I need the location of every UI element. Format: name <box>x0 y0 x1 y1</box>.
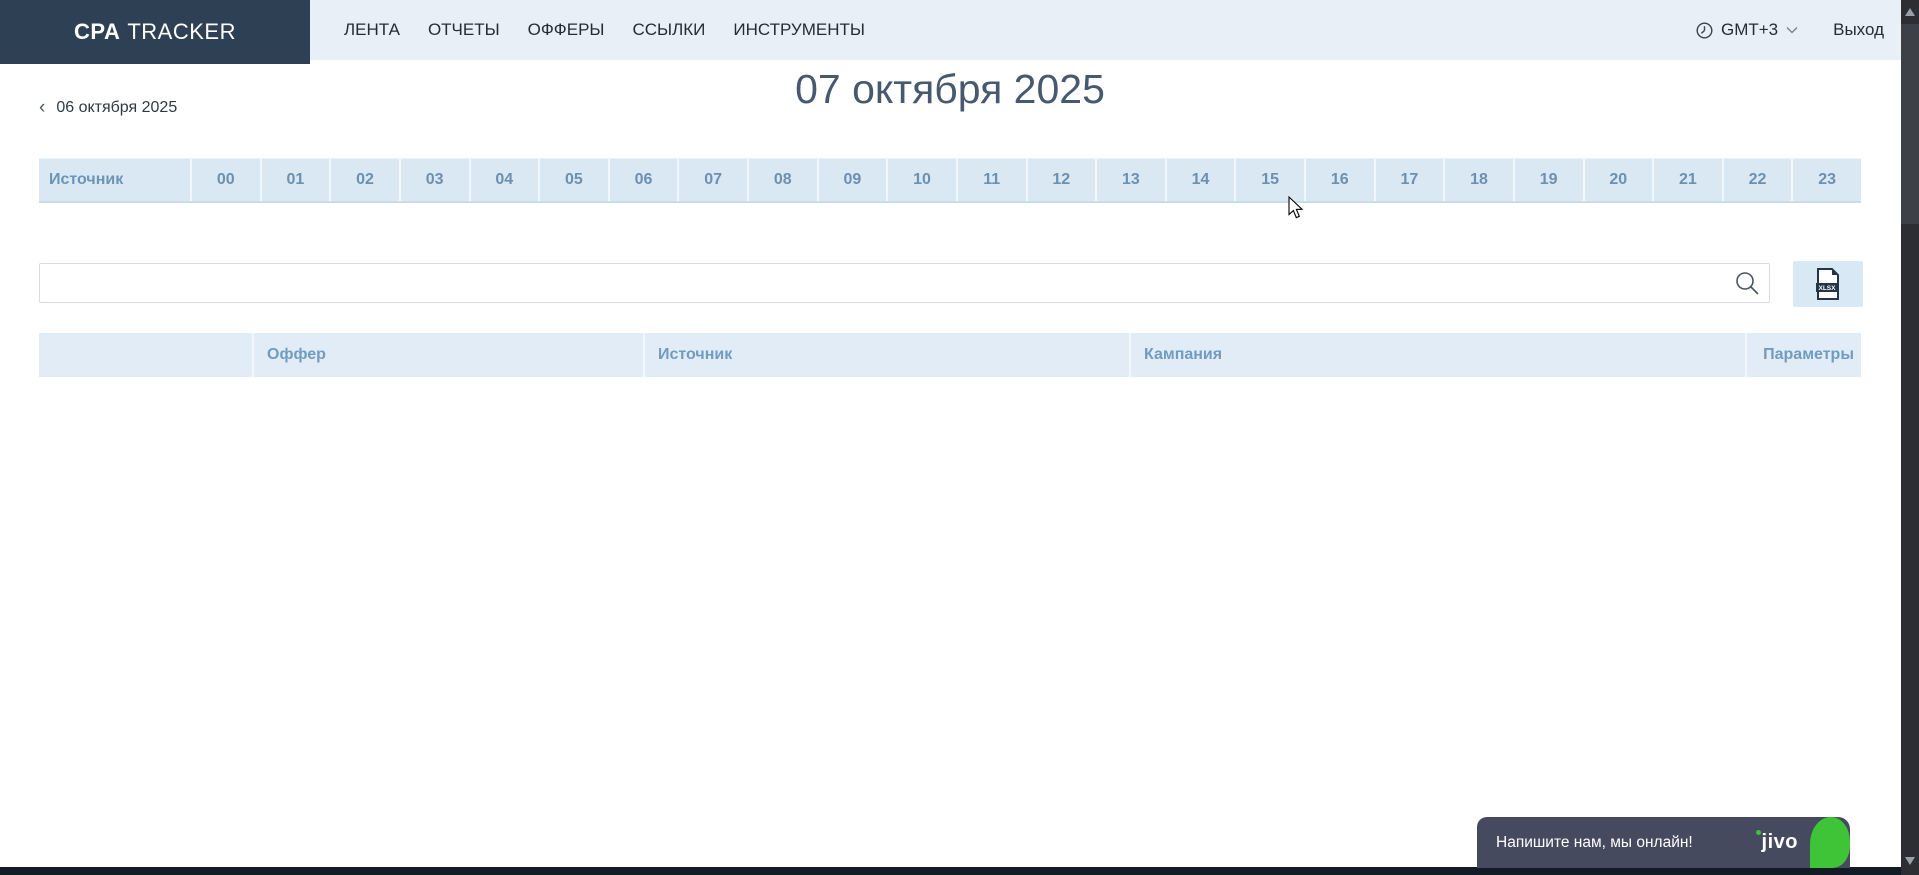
jivo-leaf-icon <box>1810 817 1850 868</box>
nav-item-offery[interactable]: ОФФЕРЫ <box>528 20 605 40</box>
hour-cell-23: 23 <box>1791 159 1861 201</box>
column-header-blank <box>39 333 252 377</box>
hour-cell-11: 11 <box>956 159 1026 201</box>
hour-cell-20: 20 <box>1583 159 1653 201</box>
logout-button[interactable]: Выход <box>1833 20 1884 40</box>
app-window: ЛЕНТА ОТЧЕТЫ ОФФЕРЫ ССЫЛКИ ИНСТРУМЕНТЫ GMT+3… <box>0 0 1919 875</box>
scroll-down-arrow[interactable] <box>1905 857 1915 865</box>
prev-day-label: 06 октября 2025 <box>56 99 177 117</box>
topbar-right: GMT+3 Выход <box>1696 0 1884 60</box>
nav-item-instrumenty[interactable]: ИНСТРУМЕНТЫ <box>733 20 865 40</box>
hour-cell-04: 04 <box>469 159 539 201</box>
hour-cell-10: 10 <box>886 159 956 201</box>
chevron-down-icon <box>1786 26 1798 34</box>
logo-text-bold: CPA <box>74 19 120 45</box>
svg-text:XLSX: XLSX <box>1819 285 1837 292</box>
nav-item-otchety[interactable]: ОТЧЕТЫ <box>428 20 500 40</box>
hour-cell-08: 08 <box>747 159 817 201</box>
prev-day-link[interactable]: ‹ 06 октября 2025 <box>39 99 177 117</box>
hour-cell-18: 18 <box>1443 159 1513 201</box>
hour-cell-02: 02 <box>329 159 399 201</box>
nav-item-lenta[interactable]: ЛЕНТА <box>344 20 400 40</box>
export-xlsx-button[interactable]: XLSX <box>1793 261 1863 307</box>
clock-icon <box>1696 22 1713 39</box>
timezone-selector[interactable]: GMT+3 <box>1696 20 1798 40</box>
chat-message: Напишите нам, мы онлайн! <box>1496 817 1693 868</box>
main-nav: ЛЕНТА ОТЧЕТЫ ОФФЕРЫ ССЫЛКИ ИНСТРУМЕНТЫ <box>344 0 865 60</box>
app-logo[interactable]: CPA TRACKER <box>0 0 310 64</box>
column-header-source: Источник <box>643 333 1129 377</box>
hour-cell-15: 15 <box>1234 159 1304 201</box>
hour-cell-06: 06 <box>608 159 678 201</box>
nav-item-ssylki[interactable]: ССЫЛКИ <box>632 20 705 40</box>
source-column-header: Источник <box>39 159 190 201</box>
hour-cell-01: 01 <box>260 159 330 201</box>
search-icon[interactable] <box>1734 270 1760 296</box>
hour-cell-07: 07 <box>677 159 747 201</box>
hour-cell-22: 22 <box>1722 159 1792 201</box>
results-table-header: ОфферИсточникКампанияПараметры <box>39 333 1861 377</box>
search-input[interactable] <box>39 263 1770 303</box>
column-header-params: Параметры <box>1745 333 1861 377</box>
hour-cell-17: 17 <box>1374 159 1444 201</box>
hour-cell-03: 03 <box>399 159 469 201</box>
page-title: 07 октября 2025 <box>39 66 1861 113</box>
search-bar <box>39 263 1770 303</box>
page-bottom-strip <box>0 867 1901 875</box>
hour-cell-12: 12 <box>1026 159 1096 201</box>
scrollbar-thumb[interactable] <box>1901 24 1919 224</box>
hour-cell-00: 00 <box>190 159 260 201</box>
hours-header-row: Источник 0001020304050607080910111213141… <box>39 158 1861 203</box>
scroll-up-arrow[interactable] <box>1905 8 1915 16</box>
hour-cell-21: 21 <box>1652 159 1722 201</box>
hour-cell-13: 13 <box>1095 159 1165 201</box>
chevron-left-icon: ‹ <box>39 100 45 116</box>
hour-cell-05: 05 <box>538 159 608 201</box>
timezone-label: GMT+3 <box>1721 20 1778 40</box>
hour-cells: 0001020304050607080910111213141516171819… <box>190 159 1861 201</box>
hour-cell-19: 19 <box>1513 159 1583 201</box>
hour-cell-16: 16 <box>1304 159 1374 201</box>
jivo-logo-dot <box>1756 830 1761 835</box>
column-header-offer: Оффер <box>252 333 643 377</box>
xlsx-file-icon: XLSX <box>1815 268 1841 300</box>
logo-text-light: TRACKER <box>127 19 236 45</box>
jivo-logo: jivo <box>1762 817 1798 868</box>
column-header-campaign: Кампания <box>1129 333 1745 377</box>
vertical-scrollbar[interactable] <box>1901 0 1919 875</box>
hour-cell-14: 14 <box>1165 159 1235 201</box>
hour-cell-09: 09 <box>817 159 887 201</box>
chat-widget[interactable]: Напишите нам, мы онлайн! jivo <box>1477 817 1850 868</box>
